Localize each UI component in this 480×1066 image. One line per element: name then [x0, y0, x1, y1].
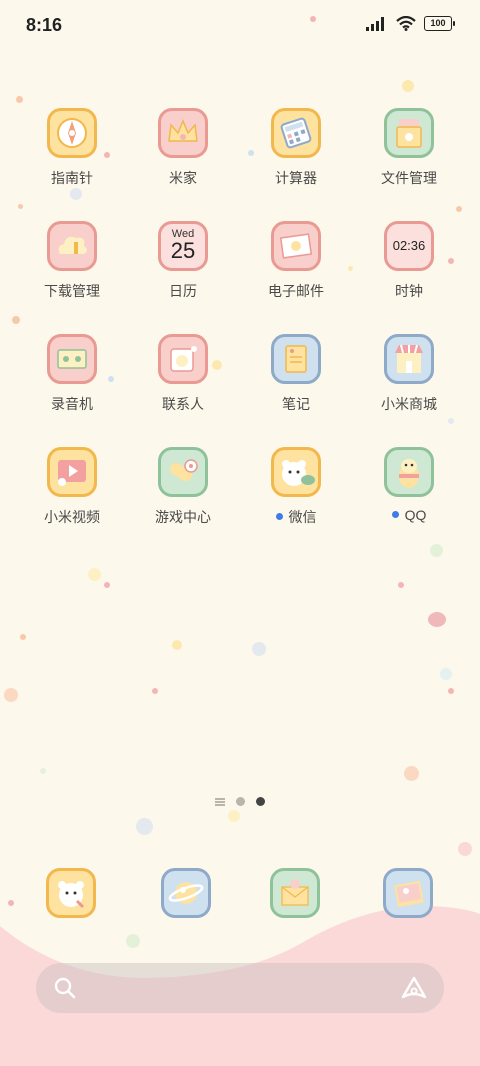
- qq-penguin-icon: [384, 447, 434, 497]
- search-icon[interactable]: [54, 977, 76, 999]
- app-label: 日历: [169, 283, 197, 299]
- calendar-day: 25: [170, 238, 196, 263]
- app-mi-store[interactable]: 小米商城: [359, 334, 459, 414]
- assistant-icon[interactable]: [400, 975, 428, 1001]
- page-indicator[interactable]: [0, 797, 480, 806]
- cloud-download-icon: [47, 221, 97, 271]
- app-label: 小米视频: [44, 509, 100, 525]
- app-label: 米家: [169, 170, 197, 186]
- search-bar[interactable]: [36, 963, 444, 1013]
- wifi-icon: [396, 16, 416, 31]
- app-downloads[interactable]: 下载管理: [22, 221, 122, 301]
- app-game-center[interactable]: 游戏中心: [133, 447, 233, 527]
- app-mijia[interactable]: 米家: [133, 108, 233, 188]
- mail-icon: [271, 221, 321, 271]
- cassette-icon: [47, 334, 97, 384]
- app-label: 计算器: [275, 170, 317, 186]
- app-email[interactable]: 电子邮件: [246, 221, 346, 301]
- compass-icon: [47, 108, 97, 158]
- phone-bear-icon: [46, 868, 96, 918]
- clock-icon: 02:36: [384, 221, 434, 271]
- app-label: 指南针: [51, 170, 93, 186]
- app-label: 下载管理: [44, 283, 100, 299]
- app-label: QQ: [404, 507, 427, 523]
- app-mi-video[interactable]: 小米视频: [22, 447, 122, 527]
- crown-icon: [158, 108, 208, 158]
- app-label: 文件管理: [381, 170, 437, 186]
- notification-dot: [275, 512, 283, 520]
- dock-phone[interactable]: [21, 868, 121, 918]
- status-bar: 8:16 100: [0, 0, 480, 50]
- dock-gallery[interactable]: [358, 868, 458, 918]
- messages-envelope-icon: [270, 868, 320, 918]
- app-label: 游戏中心: [155, 509, 211, 525]
- app-clock[interactable]: 02:36 时钟: [359, 221, 459, 301]
- app-file-manager[interactable]: 文件管理: [359, 108, 459, 188]
- app-label: 联系人: [162, 396, 204, 412]
- app-label: 录音机: [51, 396, 93, 412]
- battery-indicator: 100: [424, 16, 455, 31]
- video-play-icon: [47, 447, 97, 497]
- app-contacts[interactable]: 联系人: [133, 334, 233, 414]
- app-label: 小米商城: [381, 396, 437, 412]
- page-dot-active[interactable]: [256, 797, 265, 806]
- app-calculator[interactable]: 计算器: [246, 108, 346, 188]
- clock-time: 02:36: [392, 238, 426, 253]
- folder-icon: [384, 108, 434, 158]
- game-controller-icon: [158, 447, 208, 497]
- shop-icon: [384, 334, 434, 384]
- app-recorder[interactable]: 录音机: [22, 334, 122, 414]
- app-notes[interactable]: 笔记: [246, 334, 346, 414]
- app-label: 时钟: [395, 283, 423, 299]
- notepad-icon: [271, 334, 321, 384]
- app-compass[interactable]: 指南针: [22, 108, 122, 188]
- calendar-icon: Wed 25: [158, 221, 208, 271]
- app-wechat[interactable]: 微信: [246, 447, 346, 527]
- wechat-bear-icon: [271, 447, 321, 497]
- dock-messages[interactable]: [245, 868, 345, 918]
- notification-dot: [391, 510, 399, 518]
- calculator-icon: [271, 108, 321, 158]
- signal-icon: [366, 16, 384, 31]
- app-label: 微信: [288, 509, 317, 525]
- bear-contact-icon: [158, 334, 208, 384]
- page-dot[interactable]: [236, 797, 245, 806]
- status-time: 8:16: [26, 15, 63, 35]
- dock-browser[interactable]: [136, 868, 236, 918]
- app-label: 笔记: [282, 396, 310, 412]
- app-qq[interactable]: QQ: [359, 447, 459, 523]
- gallery-photo-icon: [383, 868, 433, 918]
- app-label: 电子邮件: [268, 283, 324, 299]
- page-indicator-menu[interactable]: [215, 797, 225, 806]
- browser-planet-icon: [161, 868, 211, 918]
- app-calendar[interactable]: Wed 25 日历: [133, 221, 233, 301]
